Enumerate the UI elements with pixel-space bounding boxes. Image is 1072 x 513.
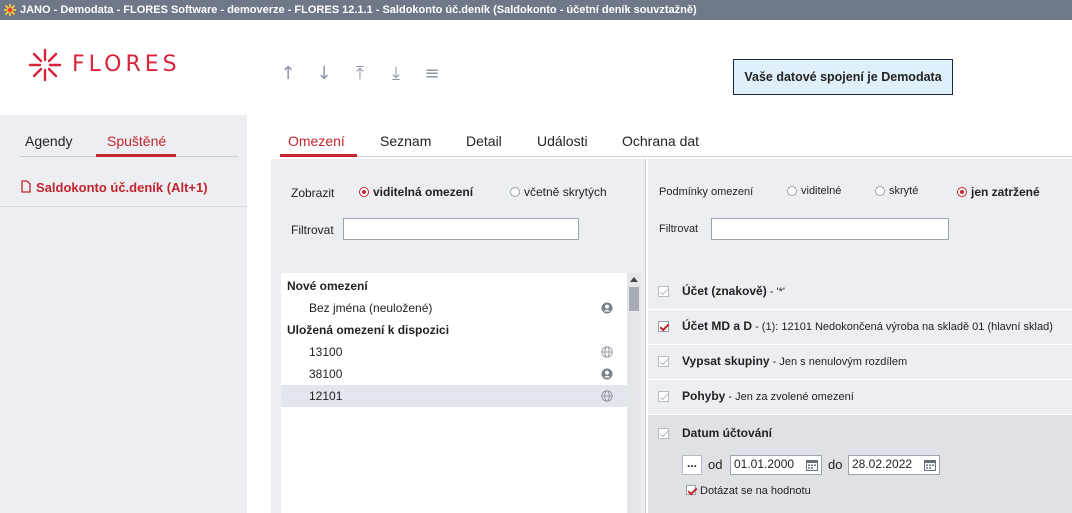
radio-conditions-checked[interactable]: jen zatržené (957, 185, 1040, 199)
radio-label: jen zatržené (971, 185, 1040, 199)
tab-ochrana-dat[interactable]: Ochrana dat (622, 133, 699, 149)
saved-filters-list: Nové omezení Bez jména (neuložené) Ulože… (281, 273, 627, 513)
ask-value-checkbox[interactable] (686, 485, 696, 495)
list-item-selected[interactable]: 12101 (281, 385, 627, 407)
radio-dot (875, 186, 885, 196)
tab-agendy[interactable]: Agendy (25, 133, 72, 149)
condition-desc: - Jen za zvolené omezení (725, 391, 854, 403)
filter-label: Filtrovat (291, 223, 334, 237)
show-label: Zobrazit (291, 186, 335, 200)
window-title: JANO - Demodata - FLORES Software - demo… (20, 4, 697, 16)
date-to-label: do (828, 457, 843, 472)
radio-label: viditelná omezení (373, 185, 474, 199)
condition-name: Účet (znakově) (682, 284, 767, 298)
filter-input[interactable] (343, 218, 579, 240)
arrow-up-icon[interactable]: ↑ (277, 63, 299, 85)
panel-divider[interactable] (645, 159, 647, 513)
list-item[interactable]: Bez jména (neuložené) (281, 297, 627, 319)
panel-gap (247, 115, 271, 513)
condition-name: Účet MD a D (682, 319, 753, 333)
app-header: FLORES ↑ ↓ ⤒ ⤓ ≡ Vaše datové spojení je … (0, 20, 1072, 115)
radio-dot (510, 187, 520, 197)
saved-filters-panel: Zobrazit viditelná omezení včetně skrytý… (271, 159, 645, 513)
condition-row[interactable]: Pohyby - Jen za zvolené omezení (648, 380, 1072, 414)
condition-desc: - '*' (766, 286, 785, 298)
flores-logo: FLORES (28, 48, 228, 82)
condition-checkbox[interactable] (658, 356, 669, 367)
tab-omezeni[interactable]: Omezení (288, 133, 345, 149)
menu-icon[interactable]: ≡ (421, 63, 443, 85)
arrow-down-icon[interactable]: ↓ (313, 63, 335, 85)
running-agenda-label: Saldokonto úč.deník (Alt+1) (36, 180, 208, 195)
main-area: Omezení Seznam Detail Události Ochrana d… (271, 115, 1072, 513)
globe-icon (601, 390, 613, 402)
arrow-top-icon[interactable]: ⤒ (349, 63, 371, 85)
radio-label: skryté (889, 185, 919, 197)
condition-checkbox[interactable] (658, 321, 669, 332)
radio-conditions-visible[interactable]: viditelné (787, 185, 841, 197)
condition-row[interactable]: Vypsat skupiny - Jen s nenulovým rozdíle… (648, 345, 1072, 379)
list-item[interactable]: 13100 (281, 341, 627, 363)
list-item[interactable]: 38100 (281, 363, 627, 385)
user-icon (601, 302, 613, 314)
list-item-label: 38100 (309, 367, 343, 381)
condition-row[interactable]: Účet MD a D - (1): 12101 Nedokončená výr… (648, 310, 1072, 344)
radio-label: viditelné (801, 185, 842, 197)
condition-name: Vypsat skupiny (682, 354, 770, 368)
list-item-label: Bez jména (neuložené) (309, 301, 433, 315)
conditions-label: Podmínky omezení (659, 186, 754, 198)
active-tab-indicator (280, 154, 357, 157)
condition-name: Pohyby (682, 389, 726, 403)
radio-dot (957, 187, 967, 197)
list-group-header: Uložená omezení k dispozici (287, 323, 450, 337)
condition-row-date[interactable]: Datum účtování ... od 01.01.2000 do 28.0… (648, 415, 1072, 513)
tab-detail[interactable]: Detail (466, 133, 502, 149)
flores-logo-icon (28, 48, 62, 82)
condition-row[interactable]: Účet (znakově) - '*' (648, 275, 1072, 309)
condition-checkbox[interactable] (658, 428, 669, 439)
radio-dot (359, 187, 369, 197)
condition-checkbox[interactable] (658, 391, 669, 402)
conditions-filter-input[interactable] (711, 218, 949, 240)
radio-visible-filters[interactable]: viditelná omezení (359, 185, 473, 199)
filter-label: Filtrovat (659, 223, 699, 235)
conditions-panel: Podmínky omezení viditelné skryté jen za… (648, 159, 1072, 513)
condition-name: Datum účtování (682, 426, 773, 440)
flores-app-icon (4, 4, 16, 16)
tab-seznam[interactable]: Seznam (380, 133, 431, 149)
document-icon (21, 180, 31, 193)
tab-divider (280, 156, 1072, 157)
radio-all-filters[interactable]: včetně skrytých (510, 185, 607, 199)
arrow-bottom-icon[interactable]: ⤓ (385, 63, 407, 85)
left-panel: Agendy Spuštěné Saldokonto úč.deník (Alt… (0, 115, 247, 513)
condition-checkbox[interactable] (658, 286, 669, 297)
condition-desc: - Jen s nenulovým rozdílem (769, 356, 908, 368)
list-item-label: 13100 (309, 345, 343, 359)
running-agenda-item[interactable]: Saldokonto úč.deník (Alt+1) (0, 171, 247, 207)
list-item-label: 12101 (309, 389, 343, 403)
globe-icon (601, 346, 613, 358)
calendar-icon[interactable] (806, 459, 818, 471)
calendar-icon[interactable] (924, 459, 936, 471)
scrollbar-thumb[interactable] (629, 287, 639, 311)
condition-desc: - (1): 12101 Nedokončená výroba na sklad… (752, 321, 1053, 333)
tab-spustene[interactable]: Spuštěné (107, 133, 166, 149)
radio-conditions-hidden[interactable]: skryté (875, 185, 918, 197)
logo-wordmark: FLORES (72, 52, 181, 77)
ask-value-label: Dotázat se na hodnotu (700, 485, 811, 497)
active-tab-indicator (96, 154, 176, 157)
date-options-button[interactable]: ... (682, 455, 702, 475)
window-title-bar: JANO - Demodata - FLORES Software - demo… (0, 0, 1072, 20)
record-navigation: ↑ ↓ ⤒ ⤓ ≡ (277, 63, 443, 85)
date-from-label: od (708, 457, 723, 472)
list-scrollbar[interactable] (627, 273, 641, 513)
scroll-up-icon[interactable] (630, 277, 638, 282)
list-group-header: Nové omezení (287, 279, 368, 293)
connection-info[interactable]: Vaše datové spojení je Demodata (733, 59, 953, 95)
tab-udalosti[interactable]: Události (537, 133, 588, 149)
radio-dot (787, 186, 797, 196)
radio-label: včetně skrytých (524, 185, 607, 199)
user-icon (601, 368, 613, 380)
